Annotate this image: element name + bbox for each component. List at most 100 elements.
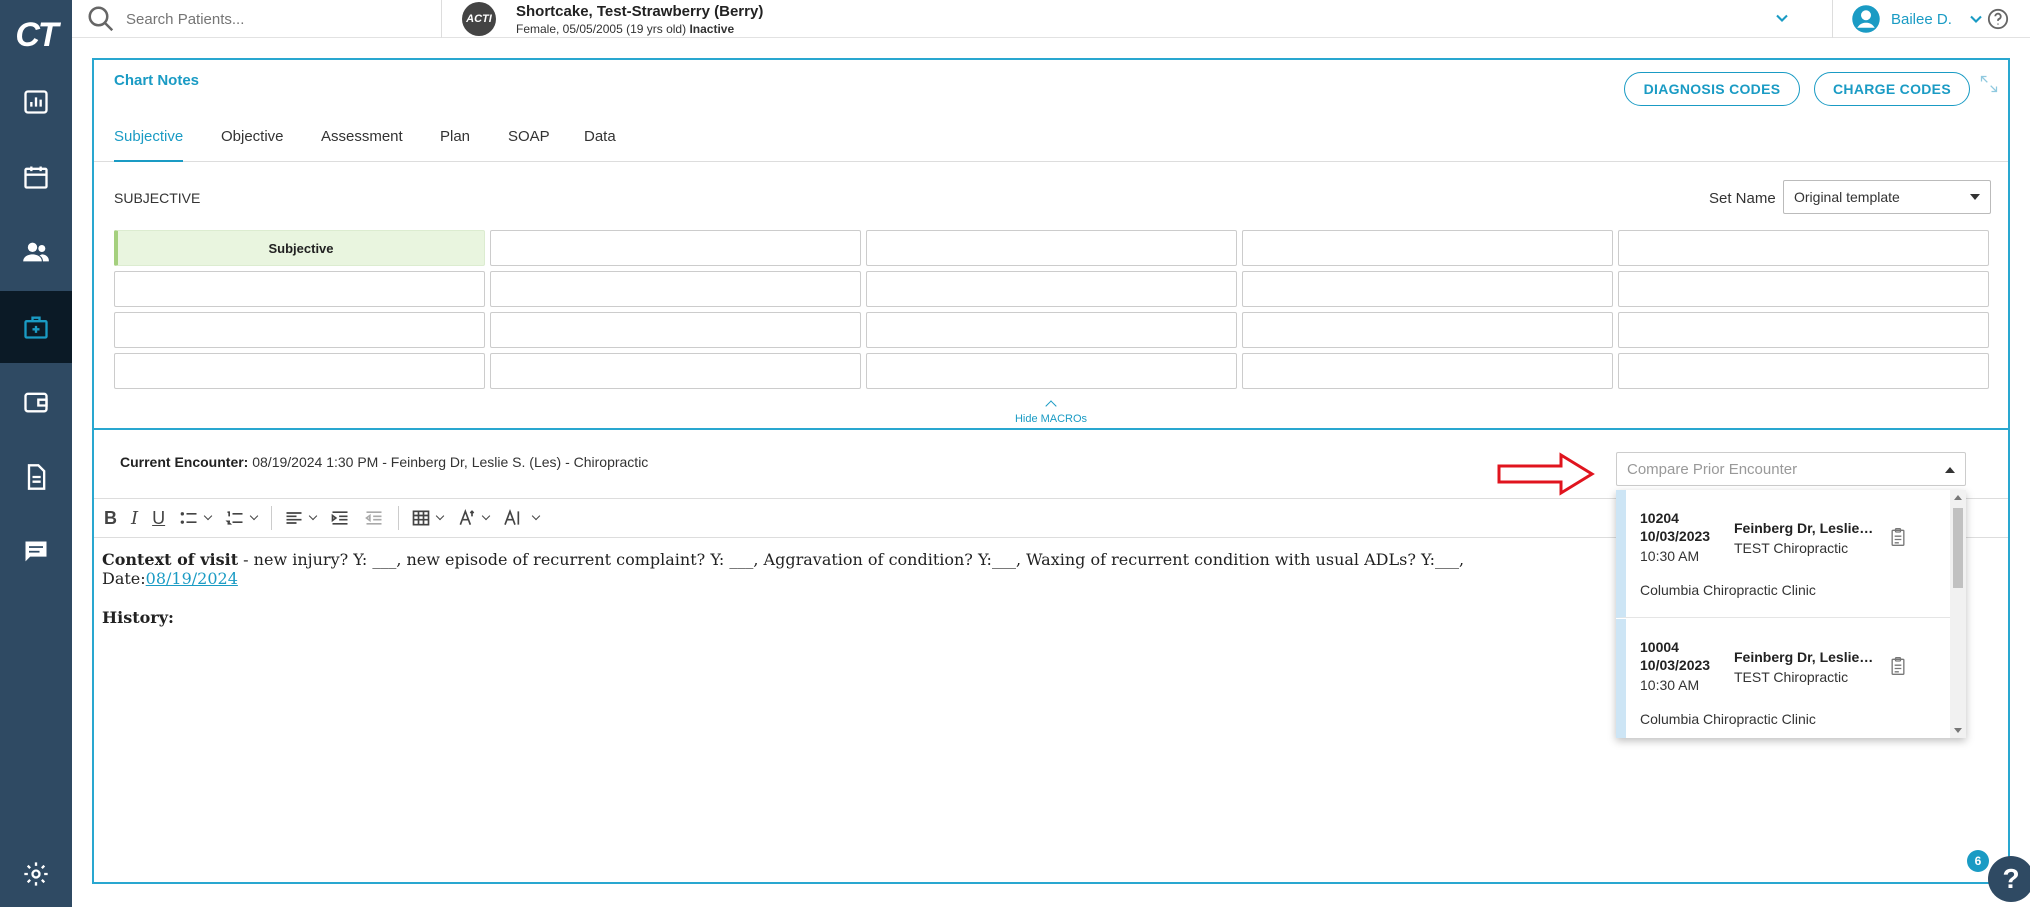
macro-cell[interactable] <box>490 353 861 389</box>
search-icon <box>88 6 114 32</box>
help-icon[interactable] <box>1987 8 2009 35</box>
ai-icon <box>504 508 520 525</box>
font-size-button[interactable] <box>457 503 491 533</box>
encounter-time: 10:30 AM <box>1640 677 1700 693</box>
encounter-time: 10:30 AM <box>1640 548 1700 564</box>
italic-button[interactable]: I <box>131 503 138 533</box>
macro-cell[interactable] <box>114 353 485 389</box>
macro-cell[interactable] <box>866 312 1237 348</box>
encounter-provider: Feinberg Dr, Leslie S. <box>1734 649 1874 665</box>
macro-cell[interactable] <box>490 271 861 307</box>
patient-avatar: ACTI <box>462 2 496 36</box>
chart-notes-panel: Chart Notes DIAGNOSIS CODES CHARGE CODES… <box>92 58 2010 884</box>
patient-name: Shortcake, Test-Strawberry (Berry) <box>516 2 764 20</box>
encounter-date: 10/03/2023 <box>1640 528 1711 544</box>
charge-codes-button[interactable]: CHARGE CODES <box>1814 72 1970 106</box>
indent-button[interactable] <box>330 503 350 533</box>
scroll-up-icon[interactable] <box>1954 495 1962 500</box>
red-arrow-icon <box>1496 452 1596 501</box>
nav-messages-icon[interactable] <box>0 516 72 588</box>
hide-macros-label: Hide MACROs <box>1014 413 1088 425</box>
set-name-value: Original template <box>1794 189 1900 205</box>
macro-cell[interactable] <box>1242 312 1613 348</box>
macro-cell[interactable] <box>1618 353 1989 389</box>
tab-objective[interactable]: Objective <box>221 128 284 162</box>
nav-dashboard-icon[interactable] <box>0 66 72 138</box>
align-button[interactable] <box>284 503 318 533</box>
macro-cell[interactable] <box>1242 230 1613 266</box>
top-bar: ACTI Shortcake, Test-Strawberry (Berry) … <box>72 0 2030 38</box>
tab-plan[interactable]: Plan <box>440 128 470 162</box>
outdent-button[interactable] <box>364 503 384 533</box>
prior-encounter-item[interactable]: 10004 10/03/2023 10:30 AM Feinberg Dr, L… <box>1616 619 1950 738</box>
nav-documents-icon[interactable] <box>0 441 72 513</box>
clipboard-icon[interactable] <box>1888 526 1908 553</box>
bullet-list-button[interactable] <box>179 503 213 533</box>
user-avatar-icon <box>1852 5 1880 33</box>
clipboard-icon[interactable] <box>1888 655 1908 682</box>
scroll-down-icon[interactable] <box>1954 728 1962 733</box>
encounter-clinic: Columbia Chiropractic Clinic <box>1640 582 1816 598</box>
toolbar-divider <box>398 506 400 530</box>
note-editor[interactable]: Context of visit - new injury? Y: ___, n… <box>102 550 1602 647</box>
font-size-icon <box>459 508 475 525</box>
help-fab-button[interactable]: ? <box>1988 856 2030 902</box>
macro-cell[interactable] <box>1242 271 1613 307</box>
scroll-thumb[interactable] <box>1953 508 1963 588</box>
macro-cell[interactable] <box>490 230 861 266</box>
macro-cell[interactable] <box>114 312 485 348</box>
macro-cell[interactable] <box>866 353 1237 389</box>
dropdown-scrollbar[interactable] <box>1950 490 1966 738</box>
user-menu[interactable]: Bailee D. <box>1832 0 1986 38</box>
numbered-list-button[interactable] <box>225 503 259 533</box>
macro-cell[interactable] <box>114 271 485 307</box>
encounter-specialty: TEST Chiropractic <box>1734 540 1849 556</box>
context-date-link[interactable]: 08/19/2024 <box>146 569 238 588</box>
table-button[interactable] <box>411 503 445 533</box>
caret-up-icon <box>1945 467 1955 473</box>
macro-cell[interactable] <box>866 271 1237 307</box>
nav-billing-icon[interactable] <box>0 366 72 438</box>
expand-icon[interactable] <box>1979 74 1999 99</box>
macro-cell[interactable] <box>1618 312 1989 348</box>
caret-down-icon <box>1970 194 1980 200</box>
sidebar: CT <box>0 0 72 907</box>
section-label: SUBJECTIVE <box>114 190 201 206</box>
chart-notes-title: Chart Notes <box>114 72 200 89</box>
search-input[interactable] <box>126 10 426 28</box>
macro-cell[interactable] <box>490 312 861 348</box>
section-divider <box>94 428 2008 430</box>
encounter-date: 10/03/2023 <box>1640 657 1711 673</box>
patient-chevron-down-icon[interactable] <box>1772 8 1792 33</box>
ai-button[interactable] <box>503 503 541 533</box>
compare-prior-encounter-select[interactable]: Compare Prior Encounter <box>1616 452 1966 486</box>
tab-data[interactable]: Data <box>584 128 616 162</box>
nav-clinical-icon[interactable] <box>0 291 72 363</box>
align-left-icon <box>286 512 302 524</box>
prior-encounter-item[interactable]: 10204 10/03/2023 10:30 AM Feinberg Dr, L… <box>1616 490 1950 618</box>
underline-button[interactable]: U <box>152 503 165 533</box>
tab-soap[interactable]: SOAP <box>508 128 550 162</box>
macro-cell[interactable] <box>866 230 1237 266</box>
bold-button[interactable]: B <box>104 503 117 533</box>
tab-assessment[interactable]: Assessment <box>321 128 403 162</box>
user-chevron-down-icon[interactable] <box>1966 9 1986 29</box>
nav-patients-icon[interactable] <box>0 216 72 288</box>
history-label: History: <box>102 608 174 627</box>
macro-cell[interactable] <box>1242 353 1613 389</box>
set-name-select[interactable]: Original template <box>1783 180 1991 214</box>
macro-cell[interactable] <box>1618 230 1989 266</box>
current-encounter-label: Current Encounter: <box>120 454 249 470</box>
nav-calendar-icon[interactable] <box>0 141 72 213</box>
diagnosis-codes-button[interactable]: DIAGNOSIS CODES <box>1624 72 1800 106</box>
macro-cell[interactable] <box>1618 271 1989 307</box>
encounter-clinic: Columbia Chiropractic Clinic <box>1640 711 1816 727</box>
hide-macros-toggle[interactable]: Hide MACROs <box>94 400 2008 425</box>
app-logo[interactable]: CT <box>0 0 72 70</box>
help-badge: 6 <box>1967 850 1989 872</box>
macro-cell[interactable]: Subjective <box>114 230 485 266</box>
patient-header[interactable]: ACTI Shortcake, Test-Strawberry (Berry) … <box>462 0 763 38</box>
nav-settings-icon[interactable] <box>0 838 72 910</box>
tab-subjective[interactable]: Subjective <box>114 128 184 162</box>
table-icon <box>412 510 430 526</box>
